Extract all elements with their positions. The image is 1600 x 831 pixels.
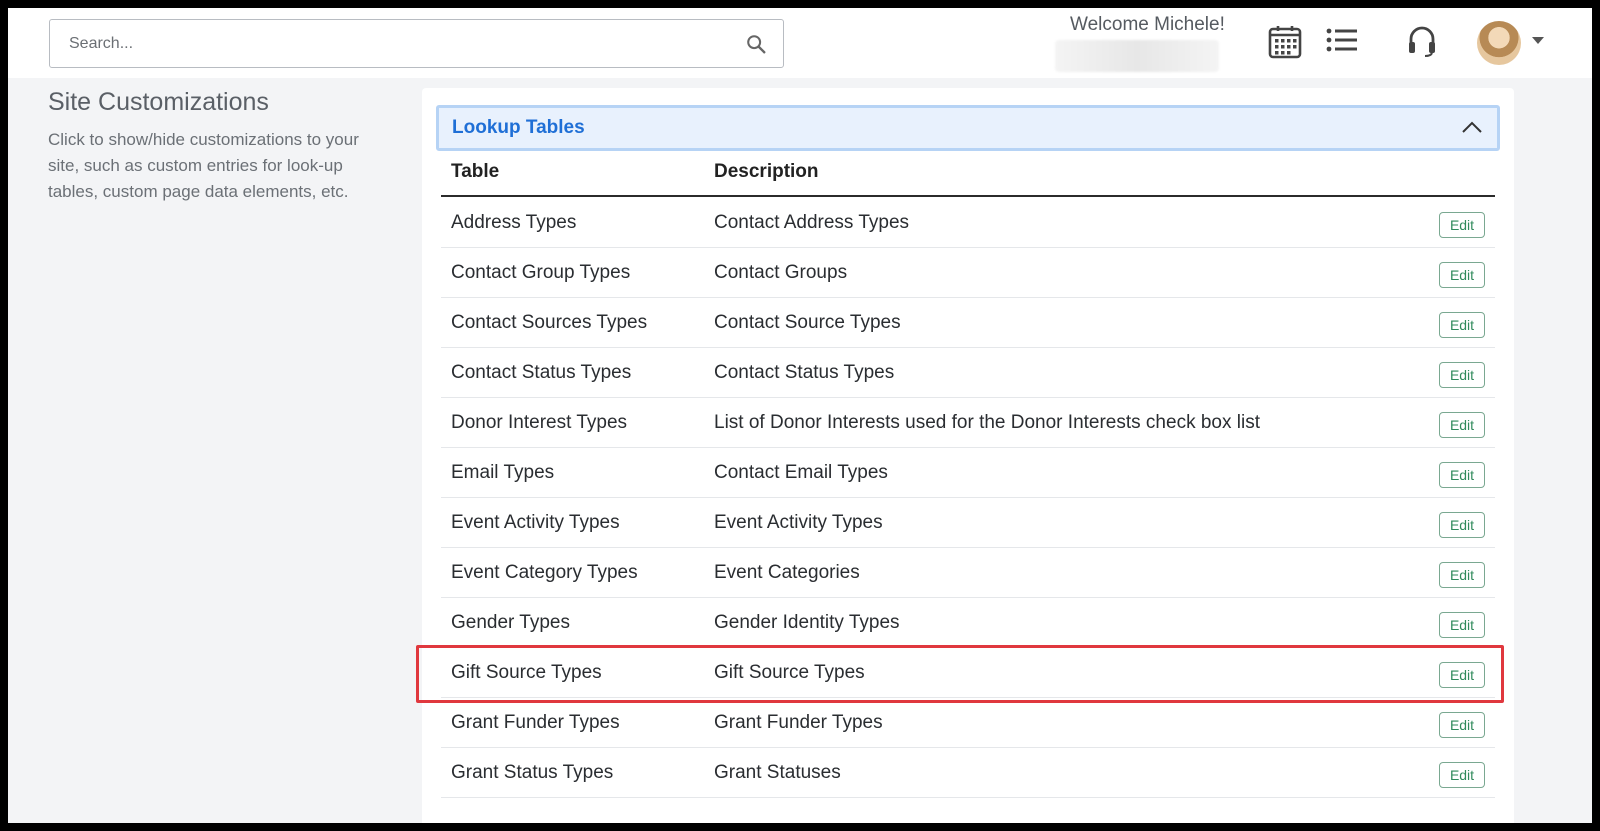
table-row: Contact Sources Types Contact Source Type… (441, 298, 1495, 348)
edit-button[interactable]: Edit (1439, 562, 1485, 588)
lookup-tables-accordion-header[interactable]: Lookup Tables (436, 105, 1500, 151)
table-name-cell: Event Category Types (451, 562, 638, 583)
table-name-cell: Email Types (451, 462, 555, 483)
edit-button[interactable]: Edit (1439, 662, 1485, 688)
table-row: Address Types Contact Address Types Edit (441, 198, 1495, 248)
avatar[interactable] (1477, 21, 1521, 65)
description-cell: List of Donor Interests used for the Don… (714, 412, 1260, 433)
table-row: Gender Types Gender Identity Types Edit (441, 598, 1495, 648)
table-name-cell: Grant Status Types (451, 762, 614, 783)
accordion-title: Lookup Tables (452, 117, 585, 138)
chevron-up-icon[interactable] (1461, 119, 1483, 135)
chevron-down-icon[interactable] (1532, 37, 1544, 44)
app-frame: Welcome Michele! (8, 8, 1592, 823)
edit-button[interactable]: Edit (1439, 262, 1485, 288)
edit-button[interactable]: Edit (1439, 312, 1485, 338)
table-name-cell: Gender Types (451, 612, 571, 633)
column-header-table: Table (451, 161, 500, 182)
description-cell: Event Categories (714, 562, 860, 583)
table-name-cell: Grant Funder Types (451, 712, 620, 733)
edit-button[interactable]: Edit (1439, 762, 1485, 788)
top-bar: Welcome Michele! (8, 8, 1592, 78)
description-cell: Gift Source Types (714, 662, 865, 683)
table-name-cell: Address Types (451, 212, 577, 233)
table-name-cell: Gift Source Types (451, 662, 602, 683)
description-cell: Event Activity Types (714, 512, 883, 533)
table-row: Event Activity Types Event Activity Types… (441, 498, 1495, 548)
search-icon[interactable] (745, 33, 767, 55)
table-row: Contact Status Types Contact Status Types… (441, 348, 1495, 398)
table-row: Email Types Contact Email Types Edit (441, 448, 1495, 498)
table-name-cell: Event Activity Types (451, 512, 620, 533)
edit-button[interactable]: Edit (1439, 612, 1485, 638)
page-title: Site Customizations (48, 88, 269, 116)
description-cell: Contact Address Types (714, 212, 910, 233)
lookup-tables-card: Lookup Tables Table Description Address … (422, 88, 1514, 823)
description-cell: Contact Email Types (714, 462, 888, 483)
edit-button[interactable]: Edit (1439, 712, 1485, 738)
user-name-redacted (1055, 40, 1219, 72)
table-name-cell: Contact Sources Types (451, 312, 648, 333)
edit-button[interactable]: Edit (1439, 412, 1485, 438)
edit-button[interactable]: Edit (1439, 212, 1485, 238)
list-icon[interactable] (1326, 27, 1358, 53)
table-row: Donor Interest Types List of Donor Intere… (441, 398, 1495, 448)
calendar-icon[interactable] (1267, 24, 1303, 60)
table-row: Gift Source Types Gift Source Types Edit (441, 648, 1495, 698)
table-row: Contact Group Types Contact Groups Edit (441, 248, 1495, 298)
description-cell: Contact Source Types (714, 312, 901, 333)
headset-icon[interactable] (1407, 24, 1437, 58)
description-cell: Grant Statuses (714, 762, 841, 783)
welcome-text: Welcome Michele! (1070, 14, 1225, 35)
table-row: Event Category Types Event Categories Edit (441, 548, 1495, 598)
table-name-cell: Donor Interest Types (451, 412, 628, 433)
table-header: Table Description (441, 158, 1495, 197)
table-row: Grant Status Types Grant Statuses Edit (441, 748, 1495, 798)
description-cell: Contact Groups (714, 262, 848, 283)
description-cell: Gender Identity Types (714, 612, 900, 633)
edit-button[interactable]: Edit (1439, 512, 1485, 538)
column-header-description: Description (714, 161, 819, 182)
description-cell: Contact Status Types (714, 362, 895, 383)
description-cell: Grant Funder Types (714, 712, 883, 733)
edit-button[interactable]: Edit (1439, 462, 1485, 488)
table-name-cell: Contact Group Types (451, 262, 631, 283)
table-row: Grant Funder Types Grant Funder Types Edit (441, 698, 1495, 748)
search-box (49, 19, 784, 68)
edit-button[interactable]: Edit (1439, 362, 1485, 388)
page-description: Click to show/hide customizations to you… (48, 130, 359, 201)
lookup-table-body: Address Types Contact Address Types Edit Co… (441, 198, 1495, 798)
search-input[interactable] (50, 20, 730, 67)
table-name-cell: Contact Status Types (451, 362, 632, 383)
